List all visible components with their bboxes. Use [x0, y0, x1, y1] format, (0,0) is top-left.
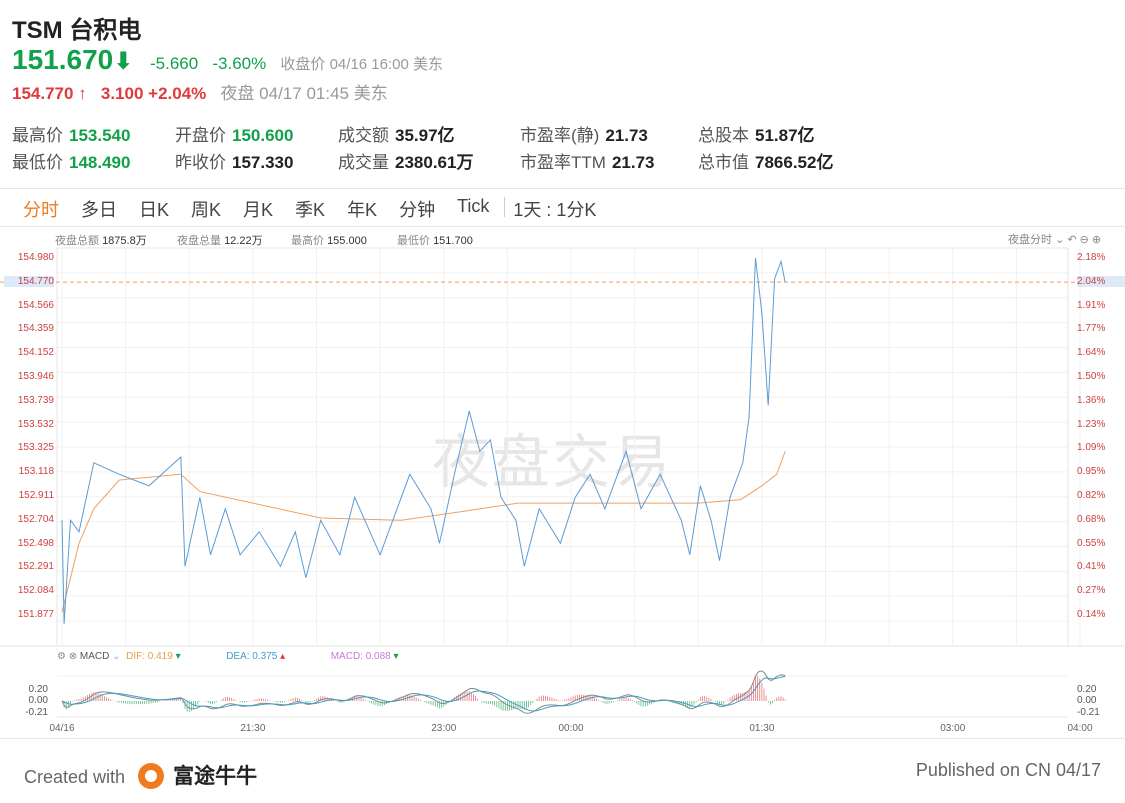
- chevron-down-icon[interactable]: ⌄: [112, 651, 120, 662]
- dif-line: [61, 670, 786, 714]
- y-tick-left: 151.877: [17, 609, 54, 620]
- y-tick-right: 0.14%: [1077, 609, 1106, 620]
- x-tick: 01:30: [749, 723, 775, 734]
- y-tick-right: 1.91%: [1077, 299, 1106, 311]
- y-tick-left: 154.359: [17, 323, 54, 335]
- macd-y-tick: 0.20: [1077, 684, 1097, 695]
- y-tick-right: 0.41%: [1077, 561, 1106, 573]
- macd-y-tick: 0.00: [28, 695, 48, 706]
- y-tick-left: 152.911: [18, 490, 54, 501]
- macd-dif: DIF: 0.419: [126, 651, 173, 662]
- macd-value: MACD: 0.088: [330, 651, 391, 662]
- y-tick-right: 0.68%: [1077, 513, 1106, 525]
- y-tick-right: 0.27%: [1077, 585, 1106, 597]
- macd-y-tick: 0.20: [28, 684, 48, 695]
- price-line: [61, 257, 786, 624]
- futu-logo-icon: [138, 763, 165, 789]
- price-chart[interactable]: [0, 0, 1125, 740]
- divider: [0, 738, 1125, 739]
- y-tick-left: 153.118: [18, 466, 54, 478]
- y-tick-left: 153.325: [17, 442, 54, 454]
- x-tick: 04:00: [1067, 723, 1093, 734]
- y-tick-right: 1.64%: [1077, 347, 1106, 359]
- macd-y-tick: -0.21: [25, 707, 48, 718]
- macd-name: MACD: [79, 651, 110, 662]
- y-tick-right: 1.09%: [1077, 442, 1106, 454]
- created-with: Created with 富途牛牛: [24, 760, 257, 790]
- y-tick-right: 0.82%: [1077, 490, 1106, 501]
- y-tick-left: 152.498: [17, 537, 54, 549]
- y-tick-right: 0.95%: [1077, 466, 1106, 478]
- y-tick-left: 154.152: [17, 347, 54, 359]
- dea-line: [61, 676, 786, 712]
- y-tick-left: 153.739: [17, 394, 54, 406]
- y-tick-right: 1.36%: [1077, 394, 1106, 406]
- x-tick: 21:30: [240, 723, 266, 734]
- y-tick-right: 2.18%: [1077, 252, 1106, 263]
- average-price-line: [61, 451, 786, 613]
- x-tick: 00:00: [558, 723, 584, 734]
- brand-name: 富途牛牛: [173, 765, 258, 788]
- y-tick-left: 154.566: [17, 299, 54, 311]
- published-label: Published on CN 04/17: [915, 760, 1101, 780]
- x-tick: 04/16: [49, 723, 75, 734]
- macd-header: ⚙ ⊗ MACD ⌄ DIF: 0.419 ▾ DEA: 0.375 ▴ MAC…: [57, 651, 399, 662]
- y-tick-left: 154.770: [4, 275, 54, 287]
- y-tick-left: 154.980: [17, 252, 54, 263]
- y-tick-left: 153.532: [17, 418, 54, 430]
- x-tick: 03:00: [940, 723, 966, 734]
- y-tick-left: 152.704: [17, 513, 54, 525]
- y-tick-right: 1.50%: [1077, 371, 1106, 382]
- settings-icon[interactable]: ⚙: [57, 651, 66, 662]
- macd-y-tick: 0.00: [1077, 695, 1097, 706]
- y-tick-right: 1.23%: [1077, 418, 1106, 430]
- y-tick-left: 153.946: [17, 371, 54, 382]
- y-tick-right: 2.04%: [1077, 275, 1125, 287]
- x-tick: 23:00: [431, 723, 457, 734]
- y-tick-right: 0.55%: [1077, 537, 1106, 549]
- y-tick-right: 1.77%: [1077, 323, 1106, 335]
- close-icon[interactable]: ⊗: [69, 651, 77, 662]
- created-label: Created with: [24, 767, 126, 787]
- macd-dea: DEA: 0.375: [226, 651, 278, 662]
- macd-y-tick: -0.21: [1077, 707, 1100, 718]
- y-tick-left: 152.084: [17, 585, 54, 597]
- y-tick-left: 152.291: [17, 561, 54, 573]
